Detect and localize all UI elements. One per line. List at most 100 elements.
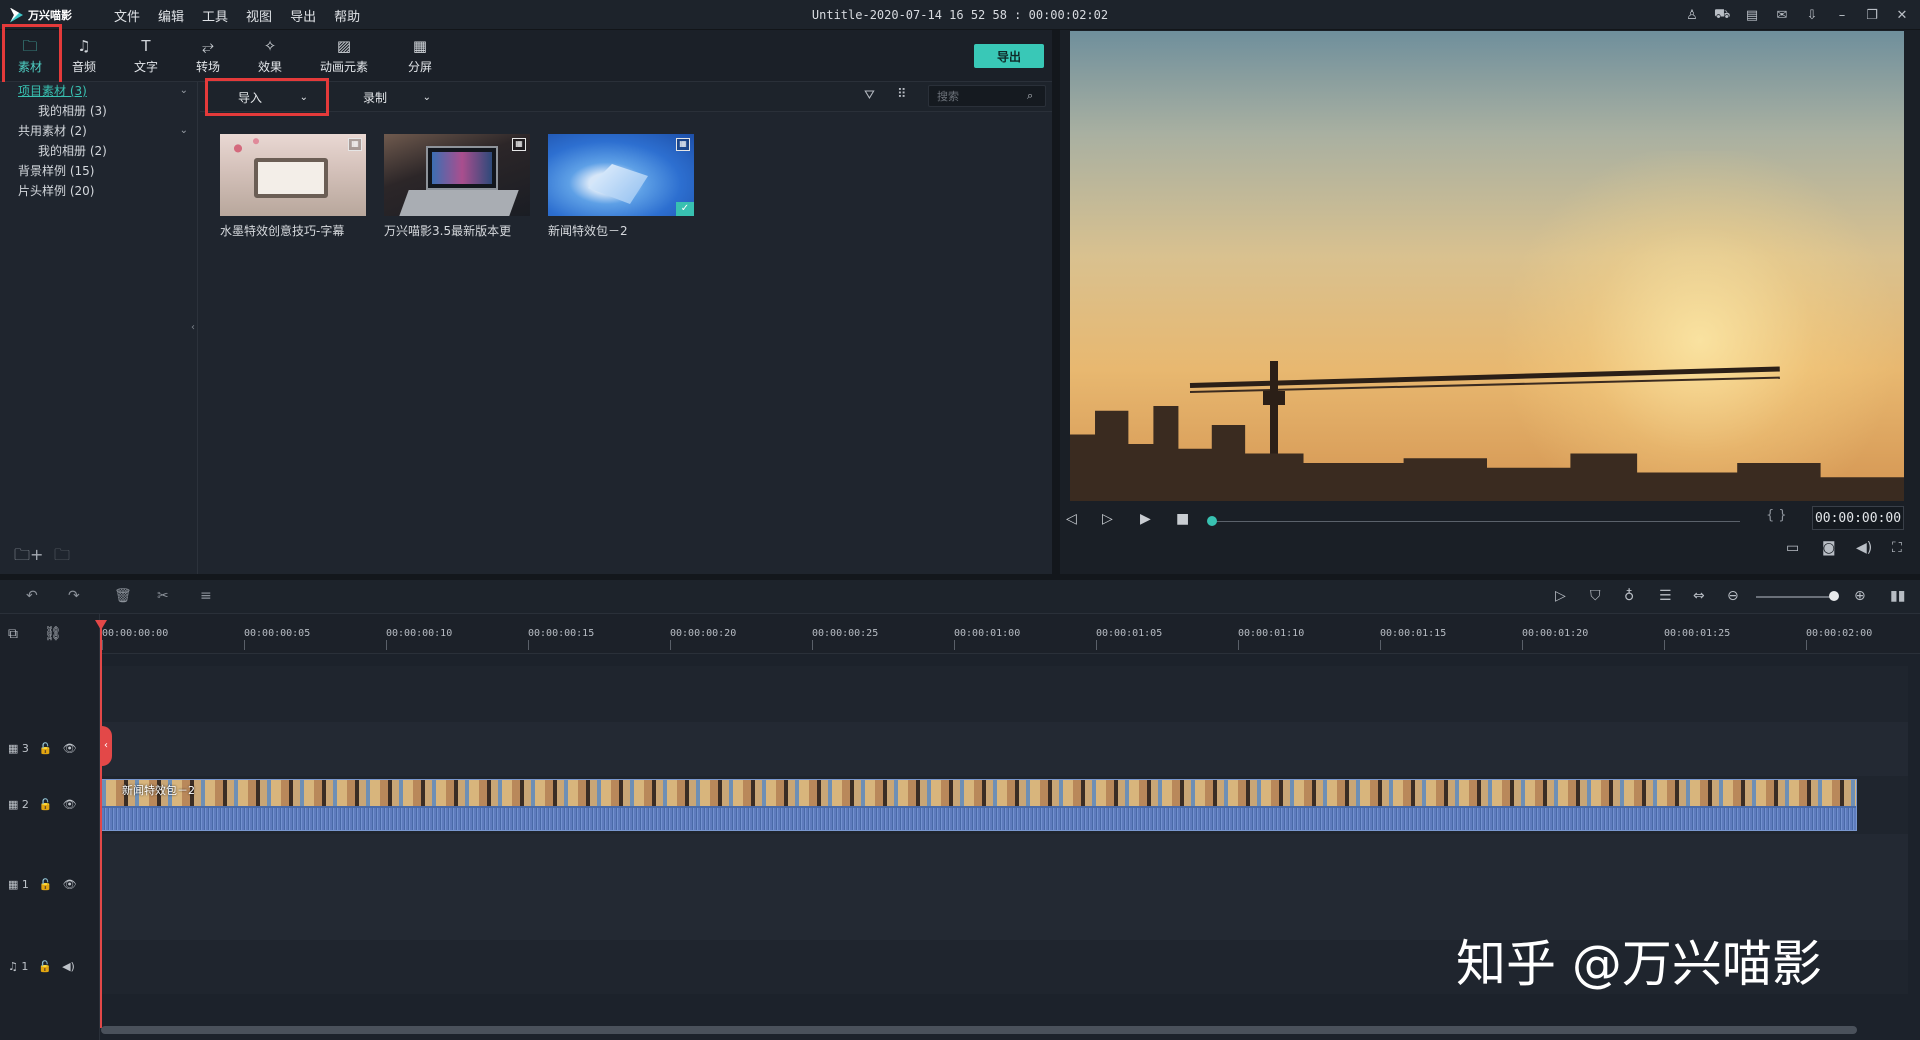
prev-frame-icon[interactable]: ◁: [1066, 511, 1077, 527]
mail-icon[interactable]: ✉: [1774, 8, 1790, 23]
tab-text[interactable]: T 文字: [116, 30, 176, 82]
filter-icon[interactable]: ⛛: [864, 88, 875, 103]
link-icon[interactable]: ⛓: [44, 626, 62, 642]
cart-icon[interactable]: ⛟: [1714, 7, 1730, 24]
lock-icon[interactable]: 🔓: [39, 798, 53, 811]
playhead[interactable]: [100, 620, 102, 1028]
logo-icon: [10, 7, 23, 23]
panel-divider[interactable]: [1052, 30, 1060, 574]
highlight-tab-media: [2, 24, 62, 86]
volume-icon[interactable]: ◀): [1856, 540, 1872, 556]
ruler-tick: [1664, 640, 1665, 650]
cut-icon[interactable]: ✂: [157, 588, 169, 604]
media-item-label: 新闻特效包－2: [548, 224, 628, 238]
menu-tools[interactable]: 工具: [202, 6, 228, 25]
sidebar-item-shared-media[interactable]: 共用素材 (2) ⌄: [18, 122, 188, 140]
menu-help[interactable]: 帮助: [334, 6, 360, 25]
ruler-tick-label: 00:00:01:25: [1664, 628, 1731, 639]
minimize-icon[interactable]: –: [1834, 8, 1850, 23]
tab-elements[interactable]: ▨ 动画元素: [314, 30, 374, 82]
ruler-tick: [812, 640, 813, 650]
zoom-slider[interactable]: [1756, 596, 1836, 598]
download-icon[interactable]: ⇩: [1804, 8, 1820, 23]
render-preview-icon[interactable]: ▷: [1555, 588, 1566, 604]
sidebar-item-my-album-shared[interactable]: 我的相册 (2): [38, 142, 188, 160]
lock-icon[interactable]: 🔓: [39, 878, 53, 891]
menu-export[interactable]: 导出: [290, 6, 316, 25]
sidebar-item-background-samples[interactable]: 背景样例 (15): [18, 162, 188, 180]
eye-icon[interactable]: 👁: [63, 742, 77, 755]
fullscreen-icon[interactable]: ⛶: [1892, 540, 1902, 556]
snapshot-icon[interactable]: ◙: [1822, 540, 1836, 556]
search-input[interactable]: [937, 89, 1027, 103]
media-item-label: 万兴喵影3.5最新版本更: [384, 224, 512, 238]
search-icon[interactable]: ⌕: [1027, 89, 1033, 103]
mark-in-out-icon[interactable]: { }: [1766, 508, 1787, 523]
ruler-tick-label: 00:00:00:05: [244, 628, 311, 639]
zoom-slider-handle[interactable]: [1829, 591, 1839, 601]
ruler-tick-label: 00:00:00:25: [812, 628, 879, 639]
chevron-down-icon[interactable]: ⌄: [180, 122, 188, 140]
sidebar-item-project-media[interactable]: 项目素材 (3) ⌄: [18, 82, 188, 100]
ruler-tick-label: 00:00:00:15: [528, 628, 595, 639]
menu-edit[interactable]: 编辑: [158, 6, 184, 25]
marker-icon[interactable]: ⛉: [1590, 588, 1601, 604]
sidebar-item-my-album[interactable]: 我的相册 (3): [38, 102, 188, 120]
playhead-tab[interactable]: ‹: [100, 726, 112, 766]
tab-transition[interactable]: ⥂ 转场: [178, 30, 238, 82]
eye-icon[interactable]: 👁: [63, 878, 77, 891]
new-folder-icon[interactable]: 🗀+: [14, 544, 43, 571]
fit-timeline-icon[interactable]: ⇔: [1693, 588, 1705, 604]
grid-view-icon[interactable]: ⠿: [897, 87, 907, 102]
redo-icon[interactable]: ↷: [68, 588, 80, 604]
zoom-out-icon[interactable]: ⊖: [1727, 588, 1739, 604]
step-play-icon[interactable]: ▷: [1102, 511, 1113, 527]
adjust-icon[interactable]: ≡: [200, 588, 212, 604]
audio-mixer-icon[interactable]: ☰: [1659, 588, 1672, 604]
user-icon[interactable]: ♙: [1684, 8, 1700, 23]
video-badge-icon: ▦: [348, 138, 362, 151]
eye-icon[interactable]: 👁: [63, 798, 77, 811]
music-note-icon: ♫ 1: [8, 960, 29, 973]
play-icon[interactable]: ▶: [1140, 511, 1151, 527]
timeline-clip[interactable]: 新闻特效包－2: [101, 779, 1857, 831]
clip-audio-waveform: [102, 808, 1856, 830]
media-thumbnail[interactable]: ▦: [220, 134, 366, 216]
video-badge-icon: ▦: [676, 138, 690, 151]
close-icon[interactable]: ✕: [1894, 8, 1910, 23]
media-item[interactable]: ▦ 水墨特效创意技巧-字幕: [220, 134, 366, 239]
lock-icon[interactable]: 🔓: [39, 742, 53, 755]
tab-split-screen[interactable]: ▦ 分屏: [390, 30, 450, 82]
media-item[interactable]: ▦ ✓ 新闻特效包－2: [548, 134, 694, 239]
speaker-icon[interactable]: ◀): [62, 960, 75, 973]
layout-toggle-icon[interactable]: ▮▮: [1890, 588, 1905, 604]
timeline-scrollbar[interactable]: [101, 1026, 1857, 1034]
save-icon[interactable]: ▤: [1744, 8, 1760, 23]
undo-icon[interactable]: ↶: [26, 588, 38, 604]
collapse-sidebar-icon[interactable]: ‹: [191, 322, 195, 333]
delete-icon[interactable]: 🗑: [114, 588, 132, 604]
menu-file[interactable]: 文件: [114, 6, 140, 25]
media-thumbnail[interactable]: ▦ ✓: [548, 134, 694, 216]
restore-icon[interactable]: ❐: [1864, 8, 1880, 23]
sidebar-item-intro-samples[interactable]: 片头样例 (20): [18, 182, 188, 200]
add-track-icon[interactable]: ⧉: [8, 626, 18, 642]
preview-scrubber[interactable]: [1212, 521, 1740, 522]
delete-folder-icon[interactable]: 🗀: [54, 544, 70, 571]
lock-icon[interactable]: 🔓: [38, 960, 52, 973]
tab-effects[interactable]: ✧ 效果: [240, 30, 300, 82]
menu-view[interactable]: 视图: [246, 6, 272, 25]
zoom-in-icon[interactable]: ⊕: [1854, 588, 1866, 604]
media-item[interactable]: ▦ 万兴喵影3.5最新版本更: [384, 134, 530, 239]
microphone-icon[interactable]: ♁: [1624, 588, 1634, 604]
export-button[interactable]: 导出: [974, 44, 1044, 68]
record-dropdown[interactable]: 录制 ⌄: [345, 84, 435, 110]
tab-audio[interactable]: ♫ 音频: [54, 30, 114, 82]
stop-icon[interactable]: ■: [1176, 511, 1189, 527]
media-thumbnail[interactable]: ▦: [384, 134, 530, 216]
chevron-down-icon[interactable]: ⌄: [180, 82, 188, 100]
ruler-tick-label: 00:00:01:00: [954, 628, 1021, 639]
track-row-empty: [100, 666, 1908, 722]
scrubber-handle[interactable]: [1207, 516, 1217, 526]
display-settings-icon[interactable]: ▭: [1786, 540, 1799, 556]
